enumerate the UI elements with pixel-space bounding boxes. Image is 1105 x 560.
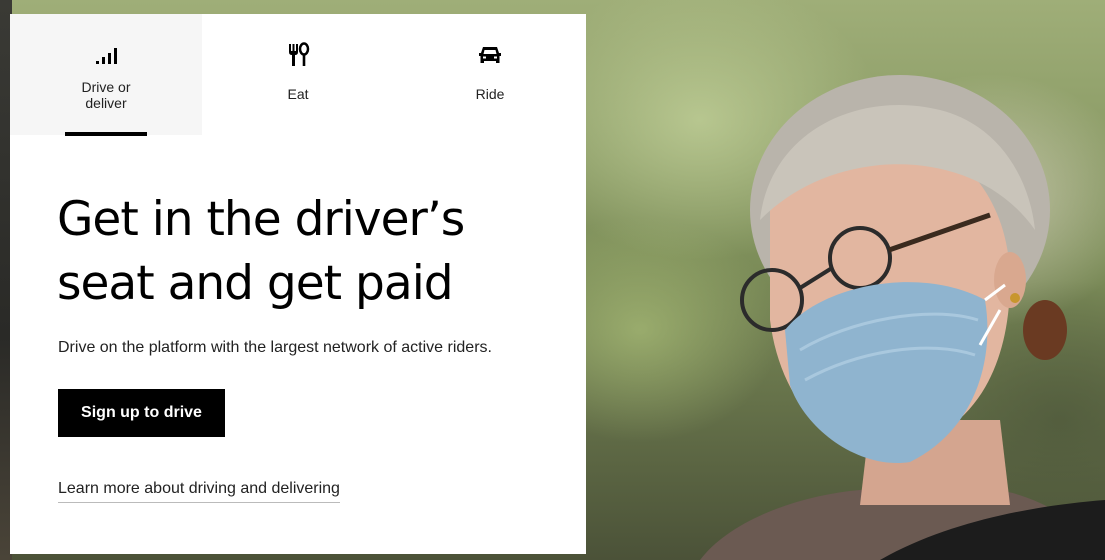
tab-label: Drive or deliver <box>81 79 131 111</box>
tab-label: Ride <box>475 86 505 102</box>
active-tab-indicator <box>65 132 147 136</box>
fork-knife-icon <box>289 42 310 66</box>
tab-eat[interactable]: Eat <box>202 14 394 135</box>
tab-drive-or-deliver[interactable]: Drive or deliver <box>10 14 202 136</box>
tab-ride[interactable]: Ride <box>394 14 586 135</box>
sign-up-to-drive-button[interactable]: Sign up to drive <box>58 389 225 437</box>
tab-bar: Drive or deliver Eat Ride <box>10 14 586 136</box>
headline-line-2: seat and get paid <box>57 256 454 311</box>
signal-bars-icon <box>96 48 117 64</box>
headline-line-1: Get in the driver’s <box>57 192 465 247</box>
driver-signup-card: Drive or deliver Eat Ride Get in the dri… <box>10 14 586 554</box>
tab-label: Eat <box>287 86 309 102</box>
car-icon <box>479 47 501 63</box>
hero-subtext: Drive on the platform with the largest n… <box>58 339 492 356</box>
page-headline: Get in the driver’s seat and get paid <box>57 188 557 316</box>
learn-more-link[interactable]: Learn more about driving and delivering <box>58 479 340 503</box>
